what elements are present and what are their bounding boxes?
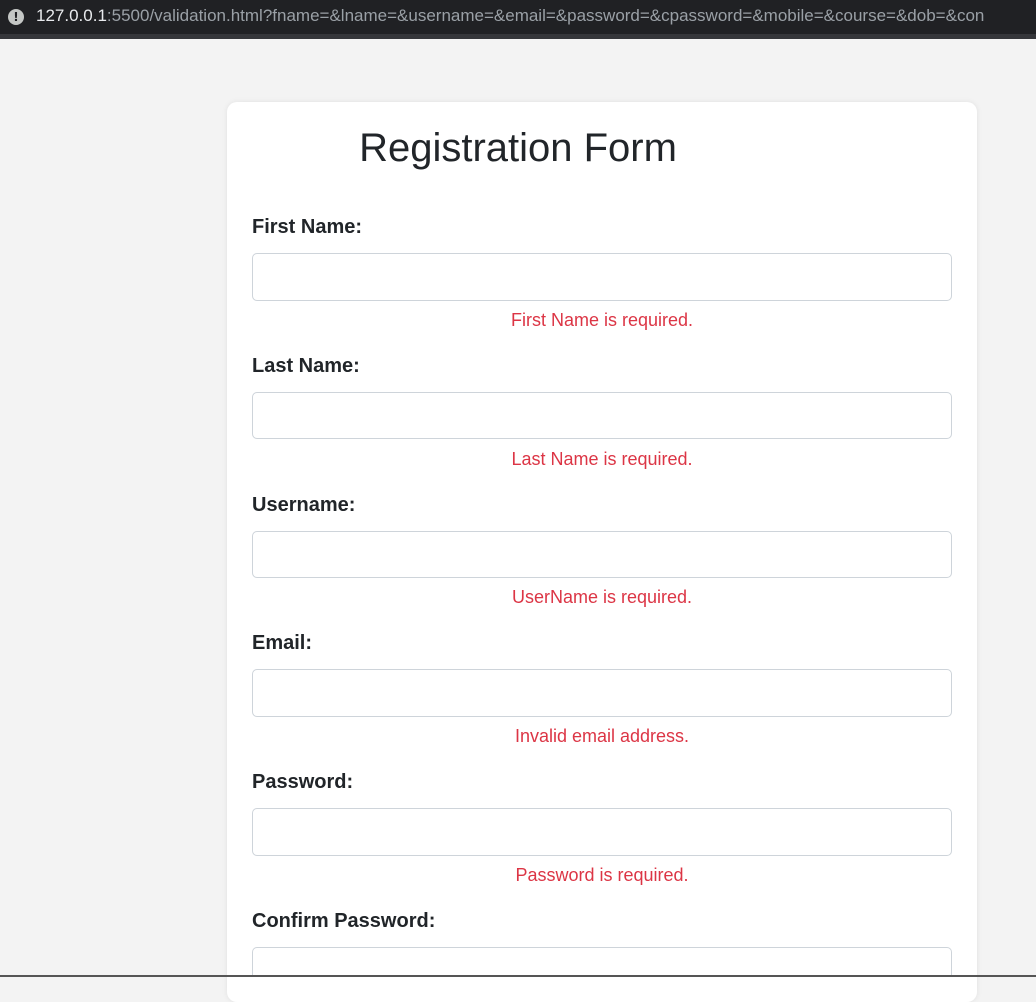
username-label: Username: [252,494,356,516]
first-name-input[interactable] [252,253,952,301]
password-error: Password is required. [515,865,689,885]
password-label: Password: [252,771,354,793]
username-input[interactable] [252,531,952,578]
first-name-error: First Name is required. [510,310,694,330]
url-host: 127.0.0.1 [36,6,107,25]
last-name-error: Last Name is required. [511,449,693,469]
email-label: Email: [252,632,313,654]
email-error: Invalid email address. [514,726,690,746]
email-input[interactable] [252,669,952,717]
confirm-password-label: Confirm Password: [252,910,436,932]
confirm-password-input[interactable] [252,947,952,977]
address-url[interactable]: 127.0.0.1:5500/validation.html?fname=&ln… [36,6,984,26]
password-input[interactable] [252,808,952,856]
browser-address-bar[interactable]: ! 127.0.0.1:5500/validation.html?fname=&… [0,0,1036,39]
last-name-input[interactable] [252,392,952,439]
form-title: Registration Form [359,126,677,170]
first-name-label: First Name: [252,216,363,238]
site-info-icon[interactable]: ! [8,9,24,25]
last-name-label: Last Name: [252,355,360,377]
url-path: :5500/validation.html?fname=&lname=&user… [106,6,985,25]
username-error: UserName is required. [511,587,693,607]
